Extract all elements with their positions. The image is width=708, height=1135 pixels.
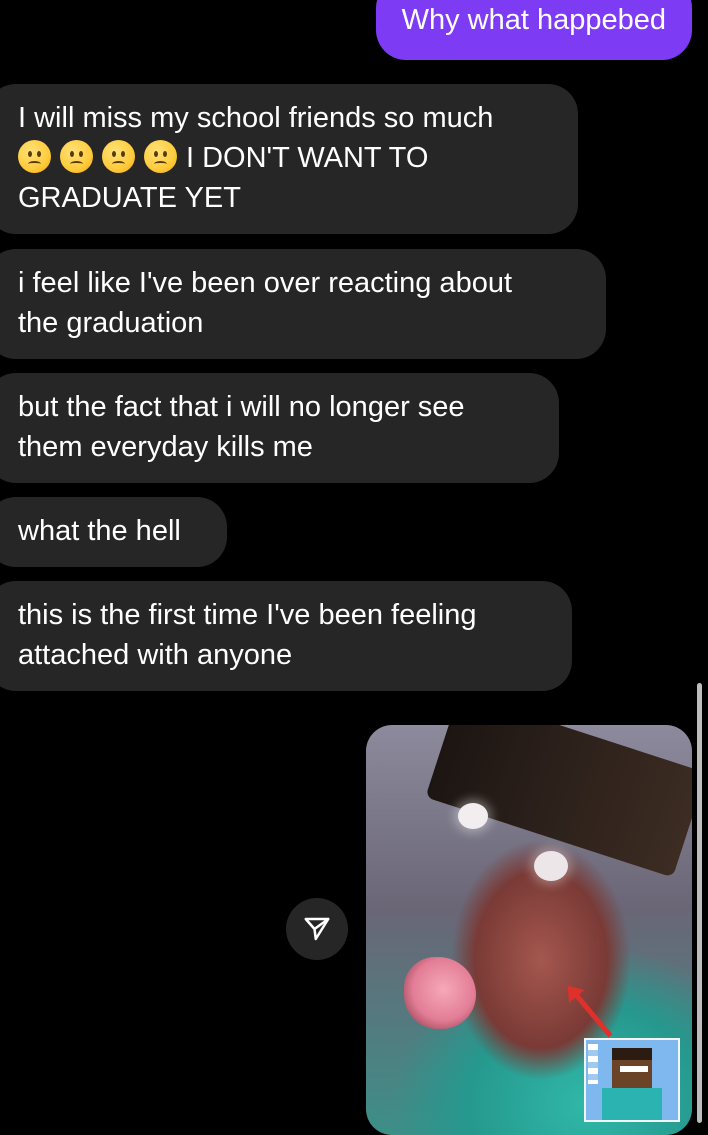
message-text: GRADUATE YET xyxy=(18,182,241,214)
scrollbar[interactable] xyxy=(697,683,702,1123)
inset-image xyxy=(584,1038,680,1122)
message-text-line: I DON'T WANT TO xyxy=(18,138,552,178)
message-text: them everyday kills me xyxy=(18,431,313,463)
message-text: Why what happebed xyxy=(401,4,666,36)
message-text: attached with anyone xyxy=(18,639,293,671)
message-text: the graduation xyxy=(18,307,204,339)
frowning-face-emoji-icon xyxy=(60,140,93,173)
incoming-message-bubble[interactable]: i feel like I've been over reacting abou… xyxy=(0,249,606,359)
send-arrow-icon xyxy=(304,917,330,941)
image-region xyxy=(534,851,568,881)
frowning-face-emoji-icon xyxy=(144,140,177,173)
message-text: I will miss my school friends so much xyxy=(18,102,494,134)
outgoing-message-bubble[interactable]: Why what happebed xyxy=(375,0,692,60)
image-region xyxy=(404,957,476,1029)
share-button[interactable] xyxy=(286,898,348,960)
incoming-message-bubble[interactable]: this is the first time I've been feeling… xyxy=(0,581,572,691)
message-text: what the hell xyxy=(18,515,181,547)
incoming-message-bubble[interactable]: what the hell xyxy=(0,497,227,567)
image-region xyxy=(458,803,488,829)
message-text: but the fact that i will no longer see xyxy=(18,391,465,423)
message-text: this is the first time I've been feeling xyxy=(18,599,477,631)
frowning-face-emoji-icon xyxy=(18,140,51,173)
message-text: I DON'T WANT TO xyxy=(186,142,429,174)
incoming-message-bubble[interactable]: I will miss my school friends so much I … xyxy=(0,84,578,234)
red-arrow-icon xyxy=(572,991,613,1038)
frowning-face-emoji-icon xyxy=(102,140,135,173)
shared-video-thumbnail[interactable] xyxy=(366,725,692,1135)
message-text: i feel like I've been over reacting abou… xyxy=(18,267,513,299)
incoming-message-bubble[interactable]: but the fact that i will no longer see t… xyxy=(0,373,559,483)
